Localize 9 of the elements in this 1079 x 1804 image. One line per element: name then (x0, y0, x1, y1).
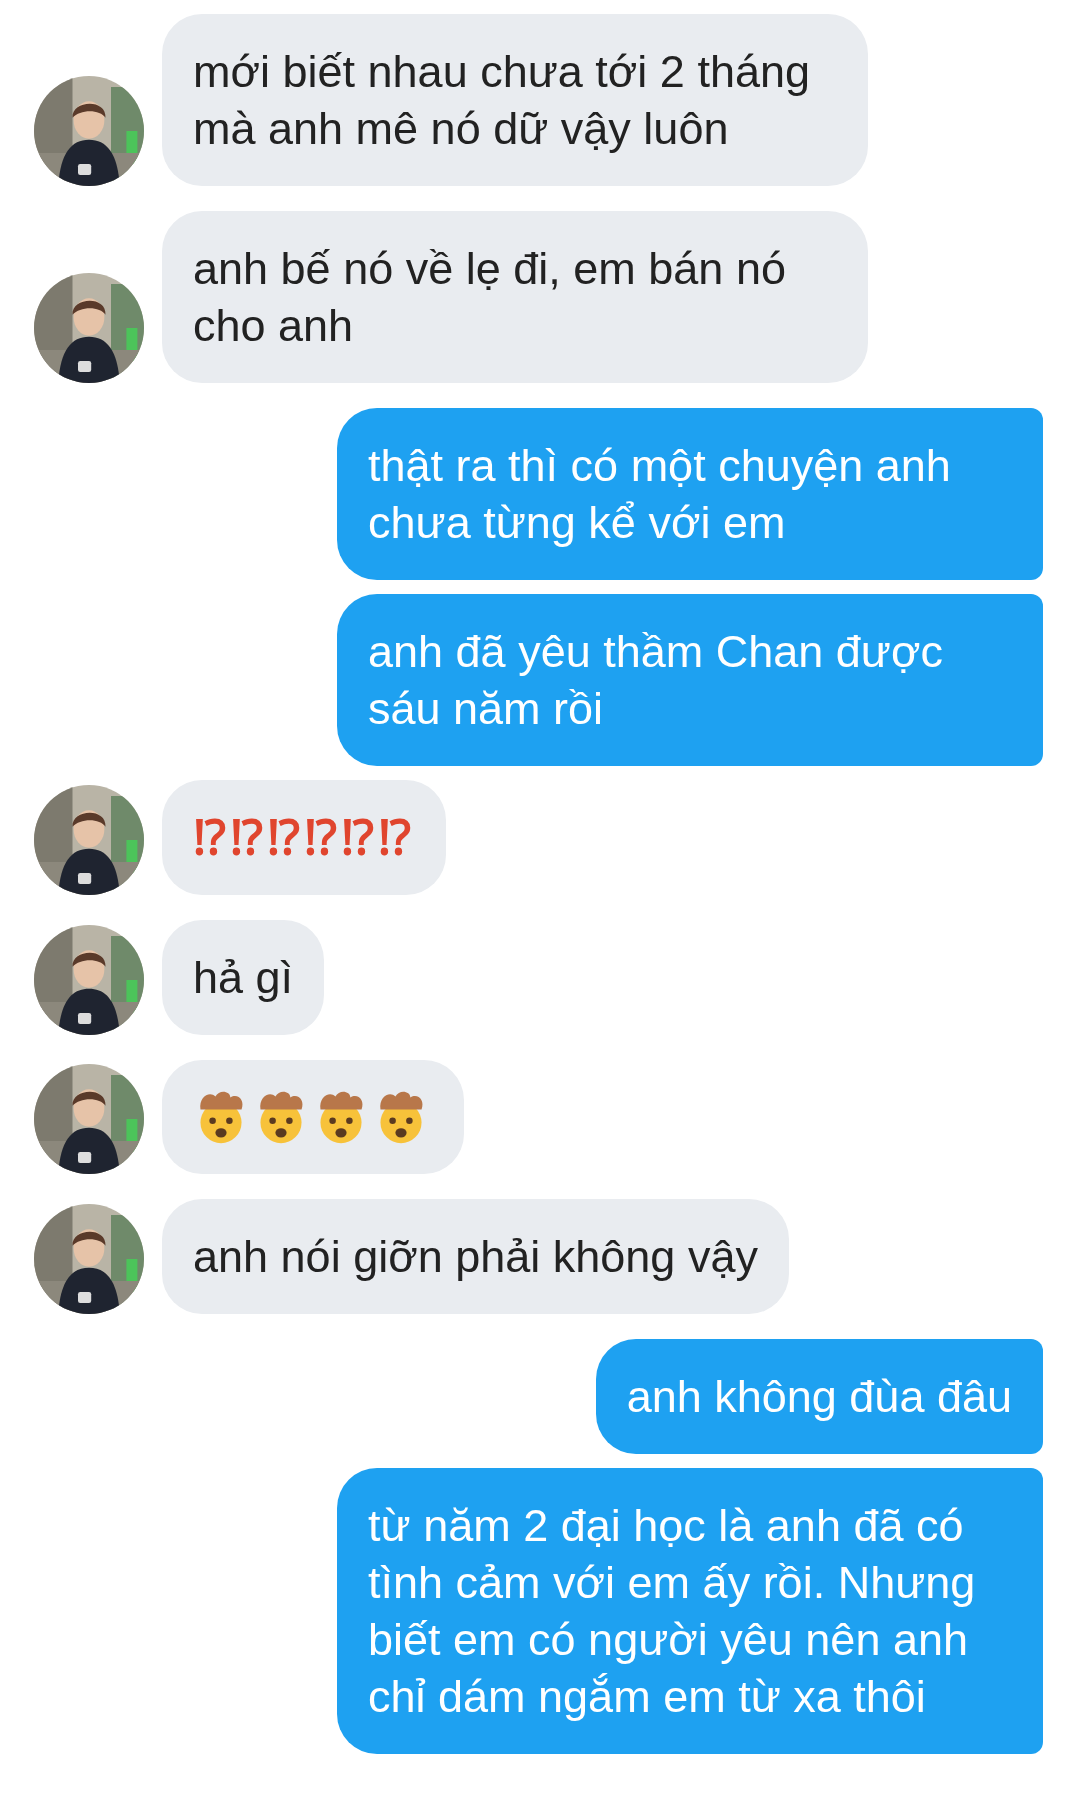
message-bubble: ⁉⁉⁉⁉⁉⁉ (162, 780, 446, 895)
message-bubble: anh không đùa đâu (595, 1339, 1043, 1454)
message-bubble: anh đã yêu thầm Chan được sáu năm rồi (337, 594, 1043, 766)
message-bubble: anh bế nó về lẹ đi, em bán nó cho anh (162, 211, 868, 383)
message-bubble: hả gì (162, 920, 325, 1035)
message-bubble: anh nói giỡn phải không vậy (162, 1199, 789, 1314)
message-bubble: từ năm 2 đại học là anh đã có tình cảm với em ấy rồi. Nhưng biết em có người yêu nên anh chỉ dám ngắm em từ xa thôi (337, 1468, 1043, 1754)
message-bubble: thật ra thì có một chuyện anh chưa từng kể với em (337, 408, 1043, 580)
message-bubble: mới biết nhau chưa tới 2 tháng mà anh mê nó dữ vậy luôn (162, 14, 868, 186)
